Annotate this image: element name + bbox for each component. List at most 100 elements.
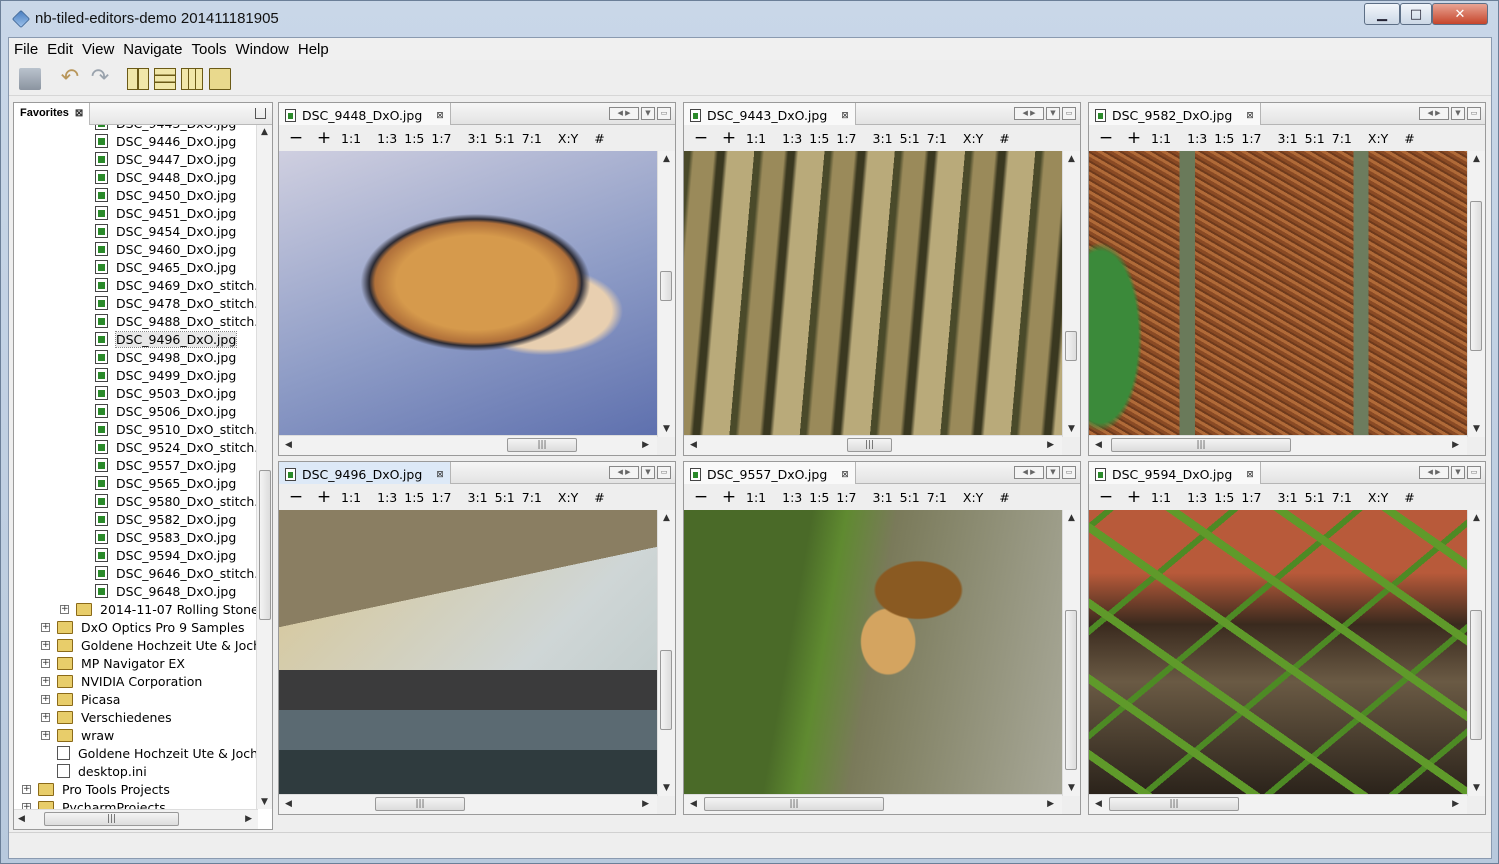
scroll-down-icon[interactable]: ▼: [1473, 424, 1480, 434]
tab-navigation-icon[interactable]: ◀ ▶: [609, 466, 639, 479]
scroll-up-icon[interactable]: ▲: [663, 513, 670, 523]
expand-icon[interactable]: +: [22, 784, 31, 794]
zoom-7-1-button[interactable]: 7:1: [522, 131, 542, 146]
tree-folder-item[interactable]: + MP Navigator EX: [41, 654, 185, 672]
zoom-fit-button[interactable]: X:Y: [558, 490, 578, 505]
scroll-left-icon[interactable]: ◀: [690, 799, 697, 809]
maximize-editor-icon[interactable]: ▭: [1467, 107, 1481, 120]
zoom-1-7-button[interactable]: 1:7: [1241, 490, 1261, 505]
expand-icon[interactable]: +: [60, 604, 69, 614]
maximize-editor-icon[interactable]: ▭: [1467, 466, 1481, 479]
scroll-left-icon[interactable]: ◀: [690, 440, 697, 450]
expand-icon[interactable]: +: [41, 676, 50, 686]
scroll-up-icon[interactable]: ▲: [1068, 513, 1075, 523]
oak-leaf-on-water-image[interactable]: [279, 151, 657, 437]
tree-file-item[interactable]: DSC_9451_DxO.jpg: [95, 204, 236, 222]
zoom-3-1-button[interactable]: 3:1: [873, 131, 893, 146]
editor-horizontal-scrollbar[interactable]: ◀ ||| ▶: [279, 435, 657, 455]
tree-folder-item[interactable]: + Verschiedenes: [41, 708, 172, 726]
menu-navigate[interactable]: Navigate: [122, 41, 188, 58]
scroll-thumb[interactable]: |||: [507, 438, 577, 452]
editor-tab[interactable]: DSC_9582_DxO.jpg ⊠: [1089, 103, 1261, 125]
tree-file-item[interactable]: DSC_9465_DxO.jpg: [95, 258, 236, 276]
expand-icon[interactable]: +: [41, 694, 50, 704]
tree-file-item[interactable]: DSC_9496_DxO.jpg: [95, 330, 238, 348]
scroll-thumb[interactable]: [259, 470, 271, 620]
editor-vertical-scrollbar[interactable]: ▲ ▼: [1062, 510, 1080, 796]
zoom-1-3-button[interactable]: 1:3: [1187, 490, 1207, 505]
zoom-1-1-button[interactable]: 1:1: [1151, 131, 1171, 146]
mossy-roots-in-pond-image[interactable]: [1089, 510, 1467, 796]
tab-navigation-icon[interactable]: ◀ ▶: [1014, 466, 1044, 479]
scroll-thumb[interactable]: [1470, 610, 1482, 740]
menu-edit[interactable]: Edit: [46, 41, 79, 58]
zoom-1-5-button[interactable]: 1:5: [1214, 490, 1234, 505]
tree-folder-item[interactable]: + Picasa: [41, 690, 120, 708]
scroll-left-icon[interactable]: ◀: [1095, 440, 1102, 450]
tree-file-item[interactable]: DSC_9524_DxO_stitch.: [95, 438, 258, 456]
zoom-3-1-button[interactable]: 3:1: [873, 490, 893, 505]
scroll-up-icon[interactable]: ▲: [1473, 154, 1480, 164]
tree-file-item[interactable]: DSC_9499_DxO.jpg: [95, 366, 236, 384]
tree-file-item[interactable]: DSC_9469_DxO_stitch.: [95, 276, 258, 294]
tree-folder-item[interactable]: + Goldene Hochzeit Ute & Joche: [41, 636, 258, 654]
scroll-up-icon[interactable]: ▲: [261, 127, 268, 137]
layout-rows-icon[interactable]: [154, 68, 176, 90]
scroll-thumb[interactable]: |||: [847, 438, 892, 452]
zoom-1-3-button[interactable]: 1:3: [782, 490, 802, 505]
mushroom-on-mossy-trunk-image[interactable]: [684, 510, 1062, 796]
close-tab-icon[interactable]: ⊠: [436, 470, 444, 480]
zoom-fit-button[interactable]: X:Y: [1368, 490, 1388, 505]
tree-file-item[interactable]: DSC_9478_DxO_stitch.: [95, 294, 258, 312]
editor-vertical-scrollbar[interactable]: ▲ ▼: [1467, 151, 1485, 437]
layout-columns-icon[interactable]: [127, 68, 149, 90]
tree-folder-item[interactable]: + wraw: [41, 726, 114, 744]
close-tab-icon[interactable]: ⊠: [1246, 470, 1254, 480]
zoom-5-1-button[interactable]: 5:1: [900, 131, 920, 146]
close-tab-icon[interactable]: ⊠: [436, 111, 444, 121]
scroll-down-icon[interactable]: ▼: [1473, 783, 1480, 793]
tree-folder-item[interactable]: + PycharmProjects: [22, 798, 166, 809]
editor-vertical-scrollbar[interactable]: ▲ ▼: [1467, 510, 1485, 796]
editor-vertical-scrollbar[interactable]: ▲ ▼: [1062, 151, 1080, 437]
zoom-1-5-button[interactable]: 1:5: [809, 490, 829, 505]
zoom-1-5-button[interactable]: 1:5: [404, 490, 424, 505]
zoom-1-5-button[interactable]: 1:5: [404, 131, 424, 146]
zoom-in-button[interactable]: +: [718, 487, 740, 507]
maximize-editor-icon[interactable]: ▭: [657, 466, 671, 479]
scroll-left-icon[interactable]: ◀: [1095, 799, 1102, 809]
scroll-left-icon[interactable]: ◀: [285, 799, 292, 809]
scroll-thumb[interactable]: |||: [375, 797, 465, 811]
zoom-1-1-button[interactable]: 1:1: [1151, 490, 1171, 505]
zoom-out-button[interactable]: −: [285, 128, 307, 148]
zoom-fit-button[interactable]: X:Y: [1368, 131, 1388, 146]
tree-file-item[interactable]: DSC_9648_DxO.jpg: [95, 582, 236, 600]
scroll-thumb[interactable]: |||: [44, 812, 179, 826]
zoom-1-1-button[interactable]: 1:1: [341, 131, 361, 146]
zoom-1-3-button[interactable]: 1:3: [782, 131, 802, 146]
zoom-5-1-button[interactable]: 5:1: [900, 490, 920, 505]
zoom-out-button[interactable]: −: [690, 487, 712, 507]
zoom-5-1-button[interactable]: 5:1: [495, 490, 515, 505]
editor-tab[interactable]: DSC_9594_DxO.jpg ⊠: [1089, 462, 1261, 484]
tree-file-item[interactable]: DSC_9448_DxO.jpg: [95, 168, 236, 186]
zoom-fit-button[interactable]: X:Y: [963, 131, 983, 146]
zoom-fit-button[interactable]: X:Y: [558, 131, 578, 146]
tree-file-item[interactable]: DSC_9583_DxO.jpg: [95, 528, 236, 546]
maximize-editor-icon[interactable]: ▭: [657, 107, 671, 120]
zoom-1-7-button[interactable]: 1:7: [836, 131, 856, 146]
zoom-7-1-button[interactable]: 7:1: [1332, 490, 1352, 505]
zoom-fit-button[interactable]: X:Y: [963, 490, 983, 505]
undo-icon[interactable]: ↶: [59, 67, 81, 90]
scroll-right-icon[interactable]: ▶: [642, 440, 649, 450]
zoom-in-button[interactable]: +: [313, 128, 335, 148]
zoom-1-1-button[interactable]: 1:1: [746, 490, 766, 505]
grid-toggle-button[interactable]: #: [999, 131, 1009, 146]
tree-file-item[interactable]: DSC_9443_DxO.jpg: [95, 125, 236, 132]
editor-tab[interactable]: DSC_9448_DxO.jpg ⊠: [279, 103, 451, 125]
editor-horizontal-scrollbar[interactable]: ◀ ||| ▶: [279, 794, 657, 814]
zoom-3-1-button[interactable]: 3:1: [1278, 131, 1298, 146]
editor-tab[interactable]: DSC_9496_DxO.jpg ⊠: [279, 462, 451, 484]
zoom-3-1-button[interactable]: 3:1: [468, 131, 488, 146]
tree-folder-item[interactable]: + NVIDIA Corporation: [41, 672, 202, 690]
